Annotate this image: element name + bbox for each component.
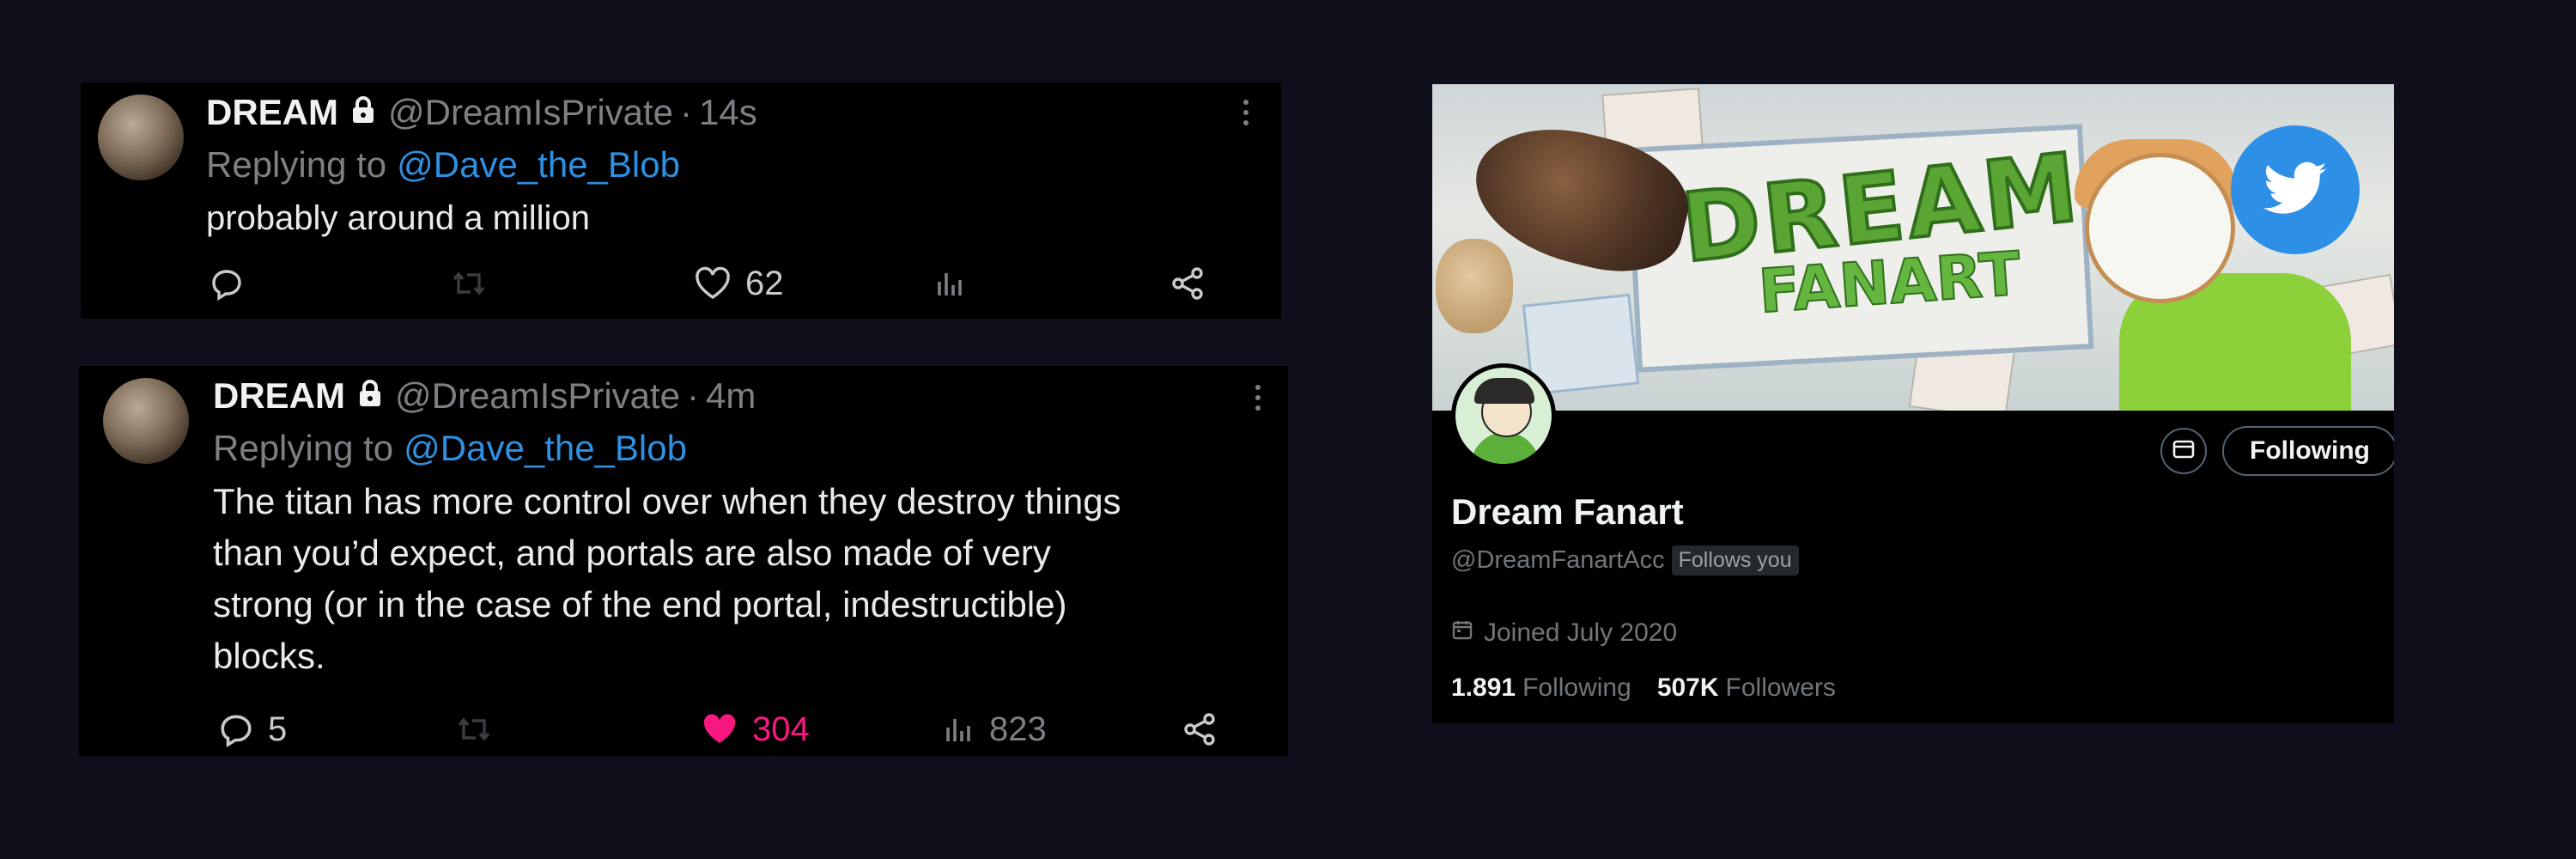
like-button[interactable]: 304 — [701, 708, 810, 751]
like-count: 62 — [745, 264, 784, 302]
following-button[interactable]: Following — [2222, 426, 2394, 476]
retweet-icon — [455, 712, 493, 746]
tweet-header: DREAM @DreamIsPrivate · 14s — [206, 86, 757, 139]
replying-to-label: Replying to — [206, 144, 387, 185]
views-button[interactable]: 823 — [941, 708, 1047, 751]
profile-card: DREAM FANART Following Dream Fanart @Dre… — [1432, 84, 2394, 723]
tweet-text-line: The titan has more control over when the… — [213, 481, 1121, 521]
reply-button[interactable]: 5 — [218, 708, 287, 751]
lock-icon — [350, 92, 376, 133]
followers-count: 507K — [1656, 673, 1719, 702]
profile-handle: @DreamFanartAcc — [1451, 546, 1665, 574]
tweet-card[interactable]: DREAM @DreamIsPrivate · 4m Replying to @… — [79, 366, 1288, 756]
profile-banner[interactable]: DREAM FANART — [1432, 84, 2394, 411]
avatar[interactable] — [103, 378, 189, 464]
retweet-button[interactable] — [455, 708, 493, 751]
separator: · — [680, 92, 693, 132]
following-count: 1.891 — [1451, 673, 1516, 702]
tweet-text: The titan has more control over when the… — [213, 476, 1121, 682]
joined-text: Joined July 2020 — [1484, 618, 1678, 647]
separator: · — [687, 375, 700, 416]
handle[interactable]: @DreamIsPrivate — [395, 375, 680, 417]
more-vertical-icon[interactable] — [1243, 100, 1249, 125]
heart-icon — [694, 266, 732, 301]
retweet-icon — [450, 266, 488, 301]
replying-to-handle[interactable]: @Dave_the_Blob — [404, 428, 687, 469]
display-name[interactable]: DREAM — [213, 375, 345, 417]
views-button[interactable] — [933, 265, 981, 302]
replying-to-label: Replying to — [213, 428, 394, 468]
heart-icon — [701, 712, 738, 746]
calendar-icon — [1451, 618, 1473, 648]
follow-stats: 1.891 Following 507K Followers — [1451, 673, 1836, 703]
following-link[interactable]: 1.891 Following — [1451, 673, 1631, 703]
views-icon — [941, 712, 975, 746]
share-button[interactable] — [1182, 708, 1219, 751]
following-label: Following — [1522, 673, 1631, 702]
mail-icon — [2172, 438, 2196, 465]
more-vertical-icon[interactable] — [1255, 385, 1261, 411]
share-icon — [1170, 265, 1207, 302]
tweet-text-line: strong (or in the case of the end portal… — [213, 584, 1067, 624]
message-button[interactable] — [2160, 428, 2207, 474]
share-icon — [1182, 710, 1219, 748]
profile-name: Dream Fanart — [1451, 491, 1684, 532]
reply-count: 5 — [268, 710, 288, 748]
banner-character-head — [2085, 153, 2235, 303]
like-button[interactable]: 62 — [694, 265, 784, 302]
joined-date: Joined July 2020 — [1451, 618, 1677, 648]
retweet-button[interactable] — [450, 265, 488, 302]
followers-link[interactable]: 507K Followers — [1657, 673, 1836, 703]
tweet-text-line: than you’d expect, and portals are also … — [213, 533, 1051, 573]
replying-to-handle[interactable]: @Dave_the_Blob — [397, 144, 680, 186]
timestamp[interactable]: 4m — [706, 375, 756, 417]
replying-to: Replying to @Dave_the_Blob — [213, 424, 687, 472]
reply-icon — [210, 266, 244, 301]
reply-icon — [218, 711, 254, 747]
profile-avatar[interactable] — [1451, 363, 1556, 468]
tweet-header: DREAM @DreamIsPrivate · 4m — [213, 369, 756, 423]
reply-button[interactable] — [210, 265, 258, 302]
views-count: 823 — [989, 710, 1047, 748]
followers-label: Followers — [1725, 673, 1836, 702]
views-icon — [933, 266, 967, 301]
tweet-text: probably around a million — [206, 198, 590, 237]
lock-icon — [357, 375, 383, 417]
display-name[interactable]: DREAM — [206, 92, 338, 133]
tweet-text-line: blocks. — [213, 636, 325, 676]
tweet-card[interactable]: DREAM @DreamIsPrivate · 14s Replying to … — [81, 82, 1281, 319]
twitter-bird-icon — [2231, 125, 2360, 254]
banner-teddy-drawing — [1436, 239, 1513, 333]
share-button[interactable] — [1170, 265, 1207, 302]
avatar[interactable] — [98, 94, 184, 180]
profile-handle-row: @DreamFanartAcc Follows you — [1451, 545, 1799, 576]
handle[interactable]: @DreamIsPrivate — [388, 92, 673, 133]
follows-you-badge: Follows you — [1671, 545, 1799, 576]
replying-to: Replying to @Dave_the_Blob — [206, 141, 680, 189]
like-count: 304 — [752, 710, 810, 748]
timestamp[interactable]: 14s — [699, 92, 757, 133]
